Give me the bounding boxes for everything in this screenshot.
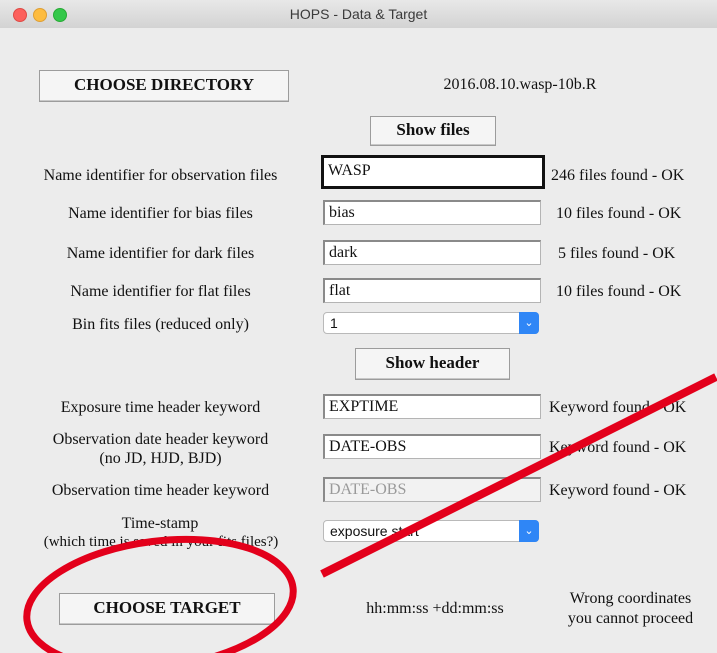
observation-files-status: 246 files found - OK	[551, 167, 685, 184]
show-files-button[interactable]: Show files	[370, 116, 496, 146]
bin-select[interactable]: 1 ⌄	[323, 312, 539, 334]
choose-directory-button[interactable]: CHOOSE DIRECTORY	[39, 70, 289, 102]
observation-files-label: Name identifier for observation files	[43, 167, 278, 184]
timestamp-note: (which time is saved in your fits files?…	[43, 534, 279, 550]
directory-name: 2016.08.10.wasp-10b.R	[443, 76, 597, 93]
date-keyword-status: Keyword found - OK	[549, 439, 687, 456]
bin-select-value: 1	[330, 315, 338, 331]
dark-files-input[interactable]: dark	[323, 240, 541, 265]
date-keyword-note: (no JD, HJD, BJD)	[99, 450, 222, 467]
time-keyword-label: Observation time header keyword	[51, 482, 270, 499]
coordinates-message-line2: you cannot proceed	[567, 610, 694, 627]
exposure-keyword-label: Exposure time header keyword	[60, 399, 261, 416]
flat-files-label: Name identifier for flat files	[70, 283, 251, 300]
chevron-down-icon: ⌄	[519, 520, 539, 542]
coordinates-message: Wrong coordinates	[569, 590, 692, 607]
date-keyword-label: Observation date header keyword	[52, 431, 269, 448]
flat-files-status: 10 files found - OK	[556, 283, 682, 300]
bin-label: Bin fits files (reduced only)	[72, 316, 249, 333]
main-panel: CHOOSE DIRECTORY 2016.08.10.wasp-10b.R S…	[0, 28, 717, 653]
time-keyword-input[interactable]: DATE-OBS	[323, 477, 541, 502]
time-keyword-status: Keyword found - OK	[549, 482, 687, 499]
title-bar: HOPS - Data & Target	[0, 0, 717, 29]
choose-target-button[interactable]: CHOOSE TARGET	[59, 593, 275, 625]
exposure-keyword-status: Keyword found - OK	[549, 399, 687, 416]
bias-files-label: Name identifier for bias files	[68, 205, 253, 222]
window-title: HOPS - Data & Target	[289, 6, 428, 22]
observation-files-input[interactable]: WASP	[321, 155, 545, 189]
dark-files-status: 5 files found - OK	[558, 245, 676, 262]
bias-files-status: 10 files found - OK	[556, 205, 682, 222]
exposure-keyword-input[interactable]: EXPTIME	[323, 394, 541, 419]
show-header-button[interactable]: Show header	[355, 348, 510, 380]
chevron-down-icon: ⌄	[519, 312, 539, 334]
bias-files-input[interactable]: bias	[323, 200, 541, 225]
coordinates-format: hh:mm:ss +dd:mm:ss	[366, 600, 504, 617]
flat-files-input[interactable]: flat	[323, 278, 541, 303]
timestamp-label: Time-stamp	[121, 515, 199, 532]
timestamp-select-value: exposure start	[330, 523, 419, 539]
date-keyword-input[interactable]: DATE-OBS	[323, 434, 541, 459]
timestamp-select[interactable]: exposure start ⌄	[323, 520, 539, 542]
dark-files-label: Name identifier for dark files	[66, 245, 255, 262]
